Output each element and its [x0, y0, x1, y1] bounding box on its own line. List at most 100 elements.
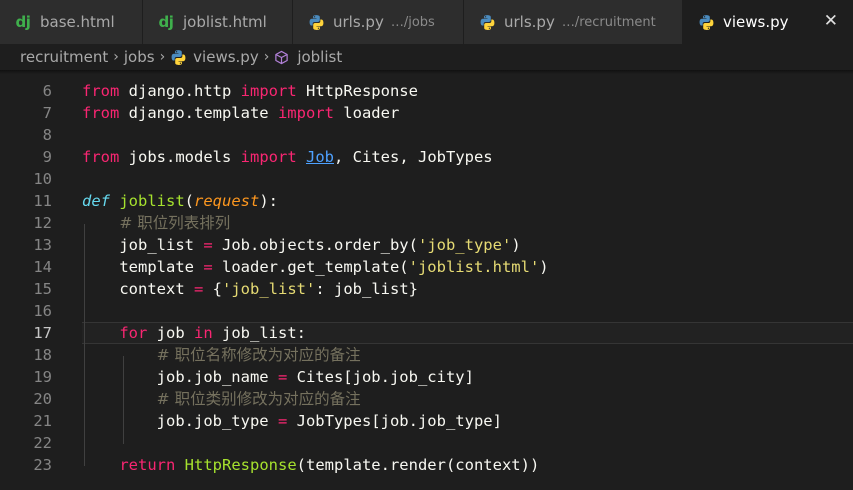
indent-guide [84, 224, 85, 466]
code-token: JobTypes[job.job_type] [287, 412, 502, 430]
line-number: 20 [33, 390, 52, 408]
line-number: 7 [42, 104, 52, 122]
code-token: 'job_type' [417, 236, 512, 254]
code-token: from [82, 104, 120, 122]
code-token: = [193, 280, 204, 298]
code-token: return [119, 456, 176, 474]
line-number: 19 [33, 368, 52, 386]
code-comment: # 职位列表排列 [119, 214, 231, 232]
code-token: from [82, 148, 120, 166]
code-line[interactable]: template = loader.get_template('joblist.… [82, 256, 549, 278]
code-token: request [194, 192, 260, 210]
code-token: Job [306, 148, 334, 166]
code-editor[interactable]: 5 6from django.http import HttpResponse7… [0, 58, 853, 490]
code-comment: # 职位类别修改为对应的备注 [156, 390, 361, 408]
code-token: import [277, 104, 334, 122]
breadcrumb-folder-jobs[interactable]: jobs [124, 48, 155, 66]
tab-urls-py-recruitment[interactable]: urls.py …/recruitment [464, 0, 683, 44]
close-icon[interactable]: ✕ [824, 11, 838, 31]
tab-label: urls.py [333, 13, 384, 31]
code-token: loader [333, 104, 400, 122]
code-token: = [277, 368, 288, 386]
code-line[interactable]: context = {'job_list': job_list} [82, 278, 418, 300]
code-token: def [82, 192, 110, 210]
code-token: (template.render(context)) [296, 456, 540, 474]
code-line[interactable]: from jobs.models import Job, Cites, JobT… [82, 146, 493, 168]
code-token: template [82, 258, 204, 276]
tab-label: urls.py [504, 13, 555, 31]
code-token: joblist [119, 192, 185, 210]
breadcrumb: recruitment › jobs › views.py › joblist [0, 44, 853, 70]
code-token: job_list: [212, 324, 306, 342]
line-number: 15 [33, 280, 52, 298]
code-token: job [147, 324, 194, 342]
code-token: job.job_name [82, 368, 278, 386]
code-token: = [277, 412, 288, 430]
code-token: ) [511, 236, 521, 254]
breadcrumb-symbol-joblist[interactable]: joblist [297, 48, 342, 66]
tab-views-py[interactable]: views.py ✕ [683, 0, 853, 44]
code-token: ) [539, 258, 549, 276]
code-token: ( [184, 192, 195, 210]
code-line[interactable]: for job in job_list: [82, 322, 306, 344]
code-token: import [240, 148, 297, 166]
code-line[interactable]: def joblist(request): [82, 190, 278, 212]
code-line[interactable]: from django.template import loader [82, 102, 399, 124]
code-token: for [119, 324, 148, 342]
code-token: django.http [119, 82, 241, 100]
code-token: jobs.models [119, 148, 241, 166]
chevron-right-icon: › [159, 49, 166, 65]
tab-label: views.py [723, 13, 789, 31]
tab-joblist-html[interactable]: dj joblist.html [143, 0, 293, 44]
code-line[interactable]: job.job_type = JobTypes[job.job_type] [82, 410, 502, 432]
code-token: job.job_type [82, 412, 278, 430]
line-number: 16 [33, 302, 52, 320]
code-line[interactable]: job_list = Job.objects.order_by('job_typ… [82, 234, 521, 256]
breadcrumb-file-views[interactable]: views.py [193, 48, 259, 66]
line-number: 14 [33, 258, 52, 276]
code-token: : job_list} [315, 280, 418, 298]
breadcrumb-folder-recruitment[interactable]: recruitment [20, 48, 108, 66]
code-token: , Cites, JobTypes [334, 148, 493, 166]
python-icon [697, 13, 715, 31]
code-line[interactable]: return HttpResponse(template.render(cont… [82, 454, 539, 476]
tab-description: …/recruitment [561, 14, 656, 30]
line-number: 9 [42, 148, 52, 166]
line-number: 22 [33, 434, 52, 452]
tab-label: base.html [40, 13, 115, 31]
code-line[interactable]: from django.http import HttpResponse [82, 80, 418, 102]
tab-base-html[interactable]: dj base.html [0, 0, 143, 44]
code-token: ): [259, 192, 279, 210]
code-token: django.template [119, 104, 278, 122]
line-number: 21 [33, 412, 52, 430]
editor-tab-bar: dj base.html dj joblist.html urls.py …/j… [0, 0, 853, 44]
line-number: 11 [33, 192, 52, 210]
tab-urls-py-jobs[interactable]: urls.py …/jobs [293, 0, 464, 44]
tab-label: joblist.html [183, 13, 267, 31]
django-icon: dj [15, 13, 31, 31]
breadcrumb-shadow [0, 70, 853, 74]
line-number: 6 [42, 82, 52, 100]
line-number: 10 [33, 170, 52, 188]
python-icon [307, 13, 325, 31]
line-number: 18 [33, 346, 52, 364]
django-icon: dj [158, 13, 174, 31]
code-token: import [240, 82, 297, 100]
code-line[interactable]: # 职位列表排列 [82, 212, 230, 234]
code-comment: # 职位名称修改为对应的备注 [156, 346, 361, 364]
code-token: = [203, 258, 213, 276]
line-number: 8 [42, 126, 52, 144]
code-token: HttpResponse [296, 82, 418, 100]
code-token: loader.get_template( [212, 258, 409, 276]
chevron-right-icon: › [263, 49, 270, 65]
code-line[interactable]: job.job_name = Cites[job.job_city] [82, 366, 474, 388]
code-token: context [82, 280, 194, 298]
